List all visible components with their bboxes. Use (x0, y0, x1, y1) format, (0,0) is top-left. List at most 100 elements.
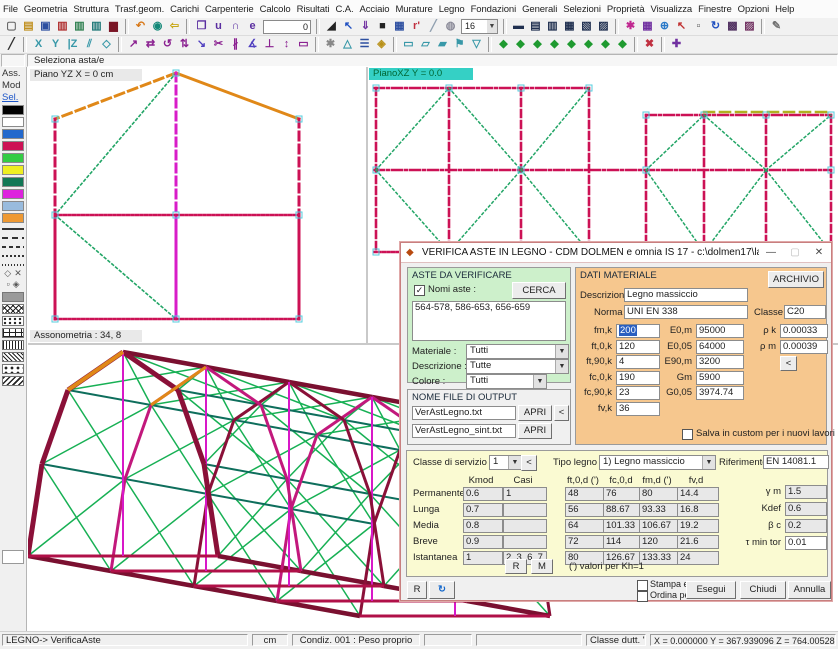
print-icon[interactable]: ▆ (105, 19, 122, 35)
mat-field-ft0k[interactable]: 120 (616, 340, 660, 354)
nomi-aste-checkbox[interactable]: ✓ (414, 285, 425, 296)
menu-carichi[interactable]: Carichi (167, 4, 202, 15)
mat-field-G005[interactable]: 3974.74 (696, 386, 744, 400)
axis-y-icon[interactable]: Y (47, 37, 64, 53)
menu-acciaio[interactable]: Acciaio (357, 4, 393, 15)
r-table-button[interactable]: R (505, 559, 527, 574)
draw-line-icon[interactable]: ╱ (3, 37, 20, 53)
apri-file2-button[interactable]: APRI (518, 423, 552, 439)
filter-icon[interactable]: ▽ (468, 37, 485, 53)
verif-cell-3-3[interactable]: 114 (603, 535, 643, 549)
pattern-swatch-hatch-zigzag[interactable] (2, 376, 24, 386)
verif-cell-0-2[interactable]: 48 (565, 487, 605, 501)
gen-arco-icon[interactable]: ◆ (580, 37, 597, 53)
pattern-swatch-hatch-diag[interactable] (2, 352, 24, 362)
maximize-icon[interactable]: ▢ (783, 244, 807, 262)
verif-cell-1-1[interactable] (503, 503, 547, 517)
mat-field-Gm[interactable]: 5900 (696, 371, 744, 385)
pattern-swatch-hatch-brick[interactable] (2, 328, 24, 338)
salva-custom-checkbox[interactable] (682, 429, 693, 440)
color-swatch-1[interactable] (2, 117, 24, 127)
riferimento-field[interactable]: EN 14081.1 (763, 455, 829, 469)
color-swatch-7[interactable] (2, 189, 24, 199)
mat-field-E005[interactable]: 64000 (696, 340, 744, 354)
menu-generali[interactable]: Generali (519, 4, 560, 15)
materiale-back-button[interactable]: < (780, 356, 797, 371)
verif-cell-1-2[interactable]: 56 (565, 503, 605, 517)
menu-propriet-[interactable]: Proprietà (604, 4, 648, 15)
settings-icon[interactable]: ✱ (322, 37, 339, 53)
polyline-icon[interactable]: △ (339, 37, 356, 53)
color-swatch-9[interactable] (2, 213, 24, 223)
color-swatch-4[interactable] (2, 153, 24, 163)
import-icon[interactable]: ▥ (54, 19, 71, 35)
structure-window-icon[interactable]: ✚ (668, 37, 685, 53)
free-dir-icon[interactable]: ◇ (98, 37, 115, 53)
box-select-icon[interactable]: ▭ (295, 37, 312, 53)
mat-field-fc90k[interactable]: 23 (616, 386, 660, 400)
color-swatch-5[interactable] (2, 165, 24, 175)
pan-icon[interactable]: ↖ (673, 19, 690, 35)
menu-visualizza[interactable]: Visualizza (648, 4, 696, 15)
undo-icon[interactable]: ↶ (132, 19, 149, 35)
coeff-field-2[interactable]: 0.2 (785, 519, 827, 533)
color-swatch-2[interactable] (2, 129, 24, 139)
gen-travatura-icon[interactable]: ◆ (563, 37, 580, 53)
table-icon[interactable]: ▦ (391, 19, 408, 35)
verif-cell-4-5[interactable]: 24 (677, 551, 719, 565)
verif-cell-3-5[interactable]: 21.6 (677, 535, 719, 549)
verif-cell-3-2[interactable]: 72 (565, 535, 605, 549)
menu-trasf-geom-[interactable]: Trasf.geom. (112, 4, 167, 15)
verif-cell-2-0[interactable]: 0.8 (463, 519, 503, 533)
verif-cell-0-3[interactable]: 76 (603, 487, 643, 501)
minimize-icon[interactable]: — (759, 244, 783, 262)
open-folder-icon[interactable]: ▤ (20, 19, 37, 35)
rotate-asta-icon[interactable]: ↺ (159, 37, 176, 53)
lock-icon[interactable]: ◈ (373, 37, 390, 53)
menu-fondazioni[interactable]: Fondazioni (468, 4, 519, 15)
node-label-icon[interactable]: r' (408, 19, 425, 35)
coeff-field-0[interactable]: 1.5 (785, 485, 827, 499)
sidebar-bottom-box[interactable] (2, 550, 24, 564)
export-icon[interactable]: ▥ (71, 19, 88, 35)
m-table-button[interactable]: M (531, 559, 553, 574)
parallel-dir-icon[interactable]: ⫽ (81, 37, 98, 53)
gen-solaio-icon[interactable]: ◆ (495, 37, 512, 53)
mat-field-fc0k[interactable]: 190 (616, 371, 660, 385)
window-copy-icon[interactable]: ❒ (193, 19, 210, 35)
flag-icon[interactable]: ⚑ (451, 37, 468, 53)
layout-3-icon[interactable]: ▥ (544, 19, 561, 35)
menu-help[interactable]: Help (772, 4, 797, 15)
output-back-button[interactable]: < (554, 405, 569, 421)
verif-cell-0-1[interactable]: 1 (503, 487, 547, 501)
verif-cell-0-5[interactable]: 14.4 (677, 487, 719, 501)
snap-cross-icon[interactable]: ✕ (14, 268, 22, 279)
linestyle-dot[interactable] (2, 261, 24, 268)
close-icon[interactable]: ✕ (807, 244, 831, 262)
output-file2-field[interactable]: VerAstLegno_sint.txt (412, 424, 516, 438)
coeff-field-3[interactable]: 0.01 (785, 536, 827, 550)
plane-3d-icon[interactable]: ▱ (417, 37, 434, 53)
linestyle-dash-sm[interactable] (2, 252, 24, 259)
descrizione-mat-field[interactable]: Legno massiccio (624, 288, 748, 302)
gen-parete-icon[interactable]: ◆ (529, 37, 546, 53)
color-swatch-6[interactable] (2, 177, 24, 187)
gen-copertura-icon[interactable]: ◆ (597, 37, 614, 53)
apri-file1-button[interactable]: APRI (518, 405, 552, 421)
capture-icon[interactable]: ▥ (88, 19, 105, 35)
verif-cell-1-3[interactable]: 88.67 (603, 503, 643, 517)
mode-button-mod[interactable]: Mod (0, 79, 26, 91)
solid-view-icon[interactable]: ■ (374, 19, 391, 35)
layout-6-icon[interactable]: ▨ (595, 19, 612, 35)
verif-cell-1-4[interactable]: 93.33 (639, 503, 679, 517)
color-swatch-8[interactable] (2, 201, 24, 211)
axis-z-icon[interactable]: |Z (64, 37, 81, 53)
extend-asta-icon[interactable]: ↘ (193, 37, 210, 53)
select-mode-icon[interactable]: ↖ (340, 19, 357, 35)
render-icon[interactable]: ▨ (741, 19, 758, 35)
shading-icon[interactable]: ▩ (724, 19, 741, 35)
u-tool-icon[interactable]: u (210, 19, 227, 35)
mat-field-fvk[interactable]: 36 (616, 402, 660, 416)
layout-4-icon[interactable]: ▦ (561, 19, 578, 35)
pattern-swatch-hatch-circle[interactable] (2, 364, 24, 374)
